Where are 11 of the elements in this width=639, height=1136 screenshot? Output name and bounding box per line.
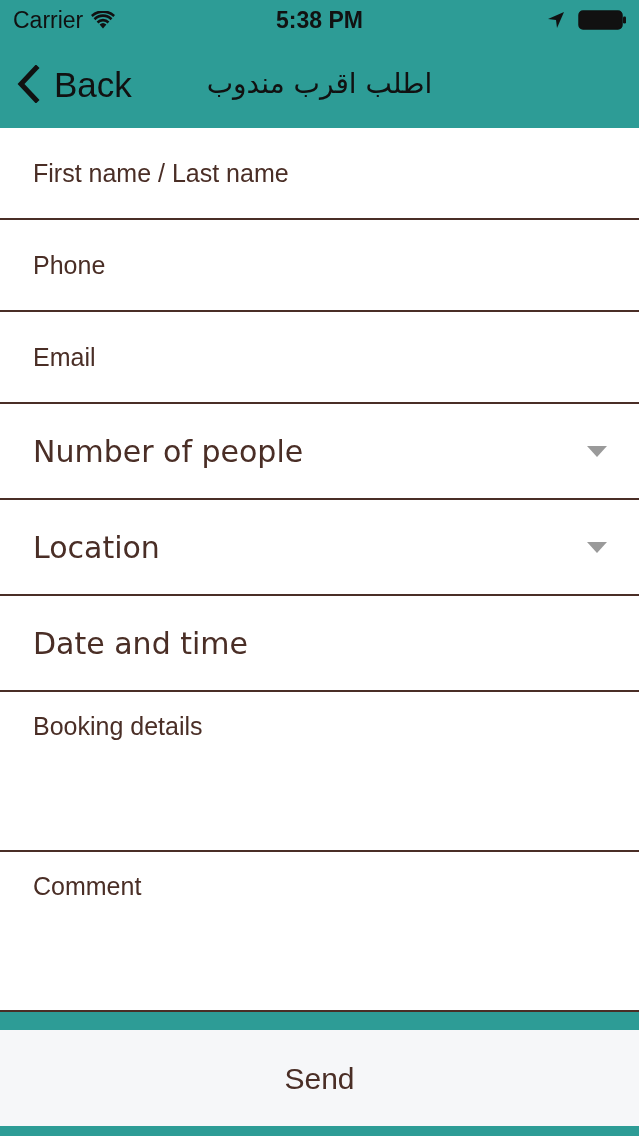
back-button[interactable]: Back <box>0 65 136 103</box>
page-title: اطلب اقرب مندوب <box>206 66 433 102</box>
status-time: 5:38 PM <box>276 5 363 35</box>
battery-icon <box>578 10 626 30</box>
caret-down-icon <box>587 541 607 553</box>
carrier-name: Carrier <box>13 5 84 35</box>
location-arrow-icon <box>548 12 564 28</box>
chevron-left-icon <box>16 65 40 103</box>
send-button[interactable]: Send <box>0 1030 639 1126</box>
wifi-icon <box>91 11 116 29</box>
caret-down-icon <box>587 445 607 457</box>
